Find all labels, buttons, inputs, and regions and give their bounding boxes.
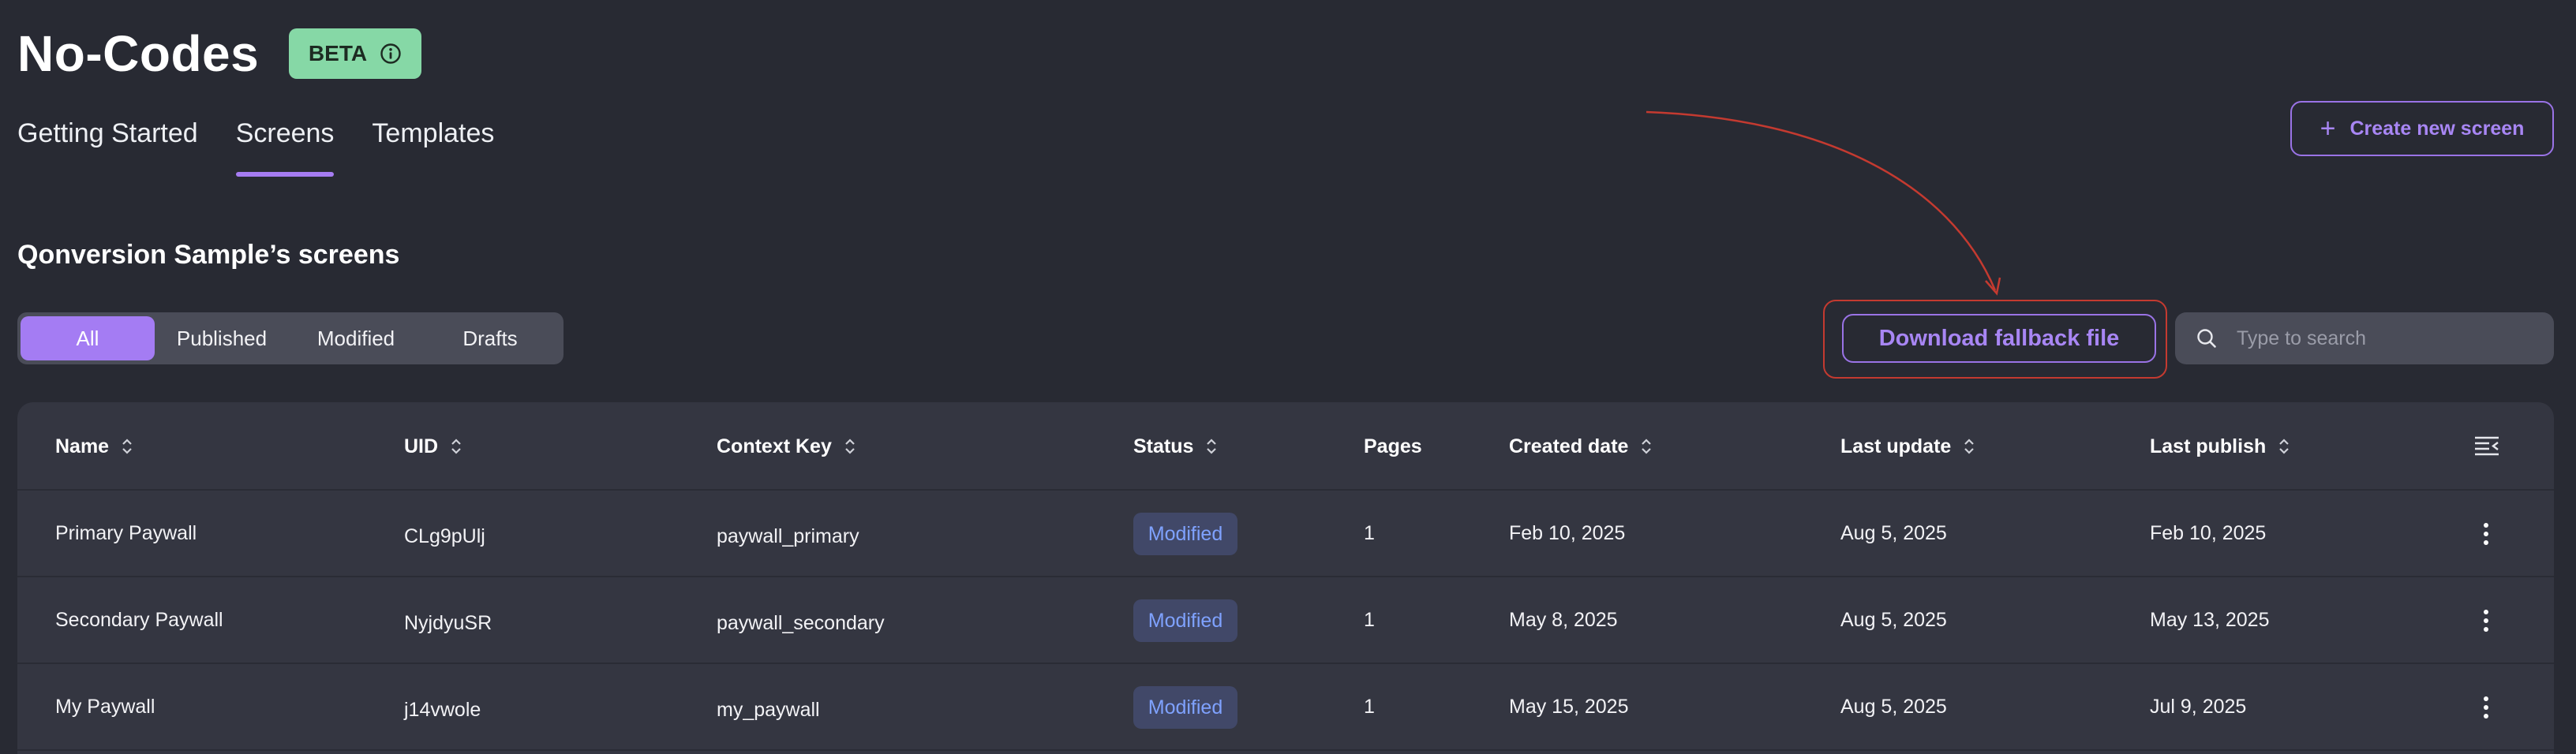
cell-context-key: my_paywall [717,699,820,721]
main-tabs: Getting Started Screens Templates [17,110,532,178]
column-header-last-publish-label: Last publish [2150,435,2267,457]
table-row[interactable]: My Paywall j14vwole my_paywall Modified … [17,664,2554,751]
cell-pages: 1 [1364,522,1375,544]
column-header-name[interactable]: Name [55,432,134,461]
cell-created-date: Feb 10, 2025 [1509,522,1626,544]
status-badge: Modified [1133,686,1237,729]
download-fallback-file-button[interactable]: Download fallback file [1842,314,2156,363]
cell-last-publish: Feb 10, 2025 [2150,522,2267,544]
cell-pages: 1 [1364,609,1375,631]
more-options-icon[interactable] [2480,521,2492,547]
search-box[interactable] [2175,312,2554,364]
no-codes-page: No-Codes BETA Getting Started Screens Te… [0,0,2576,754]
cell-last-publish: May 13, 2025 [2150,609,2270,631]
cell-last-update: Aug 5, 2025 [1840,696,1947,718]
cell-uid: CLg9pUlj [404,525,485,547]
cell-context-key: paywall_primary [717,525,859,547]
cell-last-publish: Jul 9, 2025 [2150,696,2247,718]
more-options-icon[interactable] [2480,694,2492,721]
more-options-icon[interactable] [2480,607,2492,634]
search-icon [2197,329,2216,348]
info-icon[interactable] [380,43,402,65]
filter-published[interactable]: Published [155,316,289,360]
column-header-pages-label: Pages [1364,435,1422,457]
column-header-name-label: Name [55,435,110,457]
tab-templates[interactable]: Templates [372,110,494,166]
column-header-uid-label: UID [404,435,439,457]
screens-table: Name UID Context Key Status Pages Create… [17,402,2554,754]
sort-icon [2279,439,2290,454]
cell-last-update: Aug 5, 2025 [1840,522,1947,544]
create-new-screen-button[interactable]: + Create new screen [2290,101,2554,156]
cell-uid: NyjdyuSR [404,612,492,634]
search-input[interactable] [2235,326,2538,351]
plus-icon: + [2320,114,2336,144]
status-filter-group: All Published Modified Drafts [17,312,564,364]
beta-badge[interactable]: BETA [289,28,421,79]
status-badge: Modified [1133,513,1237,555]
column-header-uid[interactable]: UID [404,432,463,461]
column-header-last-publish[interactable]: Last publish [2150,432,2291,461]
column-header-context-key[interactable]: Context Key [717,432,857,461]
cell-pages: 1 [1364,696,1375,718]
section-title: Qonversion Sample’s screens [17,240,400,270]
sort-icon [1207,439,1217,454]
column-header-last-update-label: Last update [1840,435,1952,457]
column-header-created-date-label: Created date [1509,435,1629,457]
cell-name: My Paywall [55,696,155,718]
column-header-pages: Pages [1364,432,1422,461]
create-new-screen-label: Create new screen [2349,117,2525,140]
filter-modified[interactable]: Modified [289,316,423,360]
column-settings-icon[interactable] [2473,434,2500,457]
sort-icon [845,439,855,454]
column-header-last-update[interactable]: Last update [1840,432,1976,461]
cell-uid: j14vwole [404,699,481,721]
table-row[interactable]: Secondary Paywall NyjdyuSR paywall_secon… [17,577,2554,664]
column-header-status-label: Status [1133,435,1194,457]
cell-created-date: May 15, 2025 [1509,696,1629,718]
table-row[interactable]: Primary Paywall CLg9pUlj paywall_primary… [17,491,2554,577]
column-header-context-key-label: Context Key [717,435,832,457]
cell-context-key: paywall_secondary [717,612,885,634]
cell-name: Secondary Paywall [55,609,223,631]
filter-drafts[interactable]: Drafts [423,316,557,360]
status-badge: Modified [1133,599,1237,642]
table-header: Name UID Context Key Status Pages Create… [17,402,2554,491]
page-title: No-Codes [17,25,260,82]
cell-last-update: Aug 5, 2025 [1840,609,1947,631]
cell-name: Primary Paywall [55,522,197,544]
beta-badge-label: BETA [308,41,368,65]
column-header-status[interactable]: Status [1133,432,1219,461]
cell-created-date: May 8, 2025 [1509,609,1618,631]
sort-icon [1642,439,1652,454]
tab-screens[interactable]: Screens [235,110,334,177]
sort-icon [1964,439,1975,454]
filter-all[interactable]: All [21,316,155,360]
column-header-created-date[interactable]: Created date [1509,432,1653,461]
sort-icon [122,439,132,454]
tab-getting-started[interactable]: Getting Started [17,110,198,166]
sort-icon [451,439,461,454]
